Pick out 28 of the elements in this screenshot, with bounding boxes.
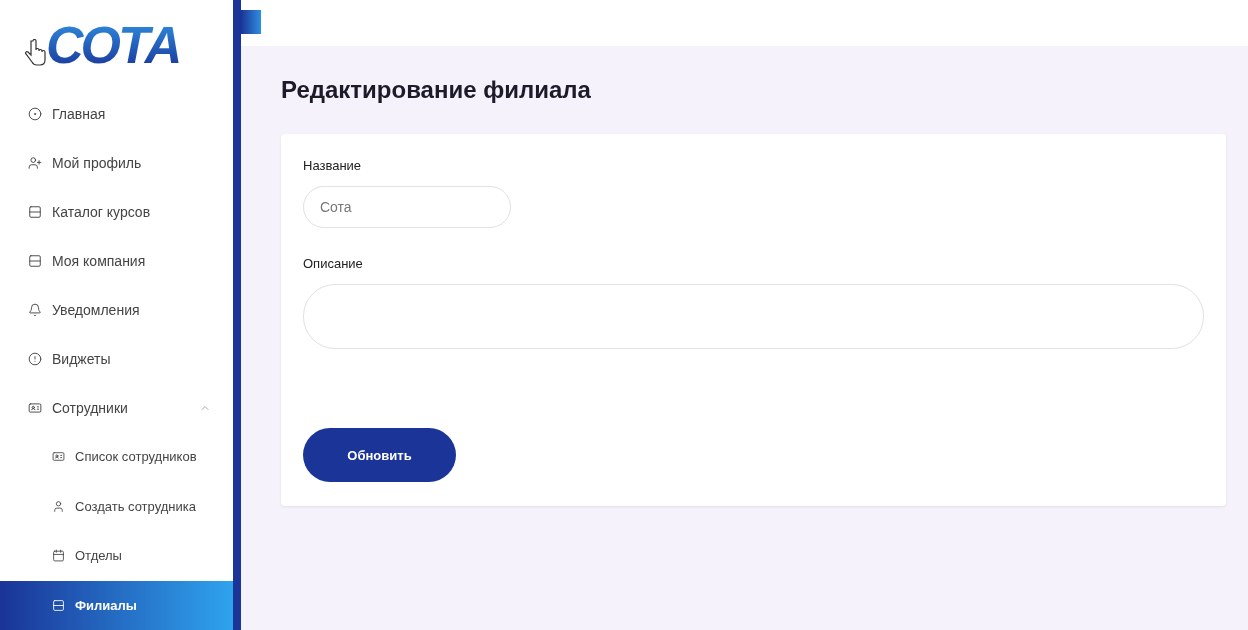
calendar-icon <box>52 549 65 563</box>
update-button[interactable]: Обновить <box>303 428 456 482</box>
sidebar-item[interactable]: Сотрудники <box>0 383 233 433</box>
circle-dot-icon <box>28 106 42 121</box>
sidebar-item[interactable]: Список сотрудников <box>0 432 233 482</box>
sidebar-item[interactable]: Каталог курсов <box>0 187 233 237</box>
page-title: Редактирование филиала <box>281 76 592 104</box>
id-card-icon <box>52 450 65 464</box>
sidebar-item[interactable]: Создать сотрудника <box>0 481 233 532</box>
tab-marker <box>241 10 261 34</box>
sidebar-item[interactable]: Уведомления <box>0 285 233 335</box>
alert-circle-icon <box>28 351 42 366</box>
rows-icon <box>28 204 42 219</box>
rows-icon <box>52 598 65 612</box>
user-plus-icon <box>28 155 42 170</box>
sidebar-item[interactable]: Отделы <box>0 531 233 581</box>
sidebar-item[interactable]: Мой профиль <box>0 138 233 188</box>
rows-icon <box>28 253 42 268</box>
user-icon <box>52 499 65 513</box>
bell-icon <box>28 302 42 317</box>
sidebar-item[interactable]: Моя компания <box>0 236 233 286</box>
sidebar-item[interactable]: Главная <box>0 89 233 139</box>
id-card-icon <box>28 400 42 415</box>
input-field[interactable]: Сота <box>303 186 511 228</box>
field-label: Название <box>303 158 363 173</box>
field-label: Описание <box>303 256 364 271</box>
sidebar-item[interactable]: Филиалы <box>0 580 233 630</box>
sidebar-item[interactable]: Виджеты <box>0 334 233 384</box>
